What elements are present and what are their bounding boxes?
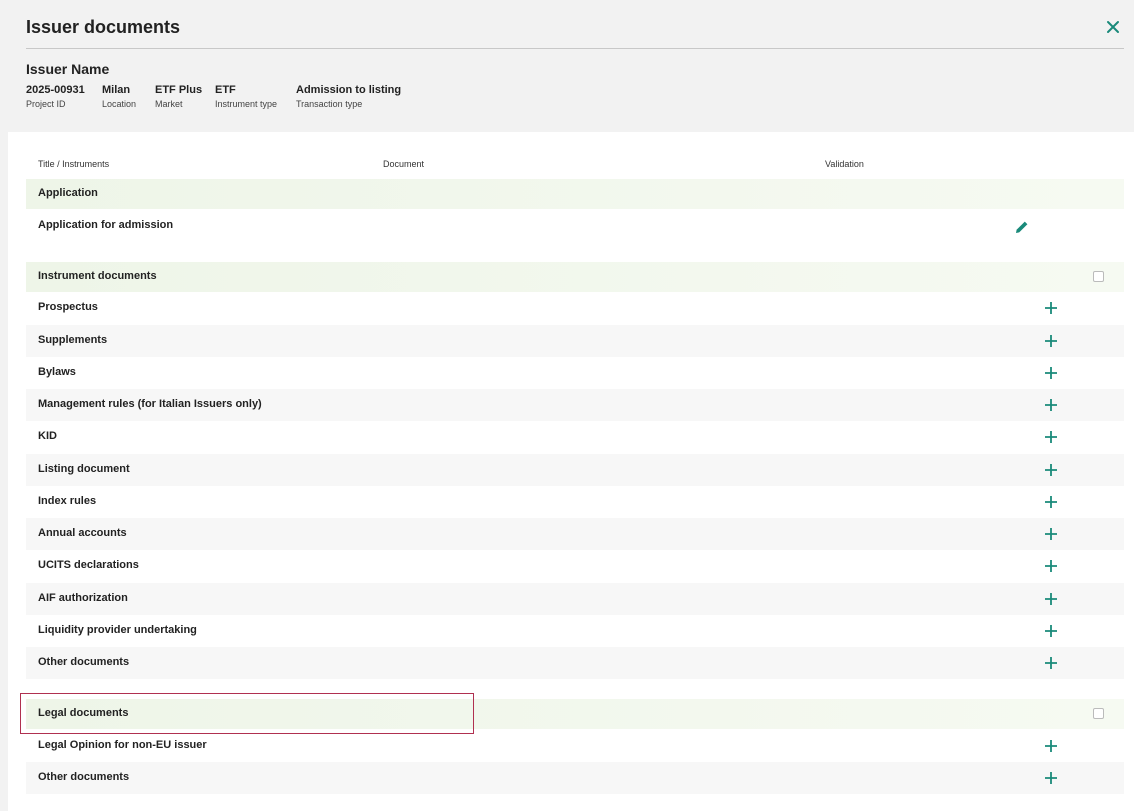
table-row: Annual accounts [26,518,1124,550]
add-icon[interactable] [1044,771,1058,785]
row-label: KID [38,430,57,442]
row-label: Legal Opinion for non-EU issuer [38,739,207,751]
meta-location: Milan Location [102,84,136,109]
meta-key: Project ID [26,99,66,109]
row-label: Other documents [38,771,130,783]
row-label: Listing document [38,463,130,475]
close-icon[interactable] [1104,18,1122,36]
table-row: Bylaws [26,357,1124,389]
table-row: Listing document [26,454,1124,486]
table-row: KID [26,421,1124,453]
meta-value: 2025-00931 [26,84,85,96]
group-row-application: Application [26,179,1124,209]
row-label: AIF authorization [38,592,128,604]
row-label: Index rules [38,495,97,507]
group-checkbox[interactable] [1093,708,1104,719]
edit-icon[interactable] [1014,219,1030,235]
add-icon[interactable] [1044,430,1058,444]
table-row: Legal Opinion for non-EU issuer [26,730,1124,762]
add-icon[interactable] [1044,527,1058,541]
row-label: Other documents [38,656,130,668]
table-row: Application for admission [26,210,1124,242]
group-label: Application [38,187,98,199]
dialog-header: Issuer documents Issuer Name 2025-00931 … [0,0,1134,132]
add-icon[interactable] [1044,495,1058,509]
row-label: Annual accounts [38,527,127,539]
table-row: Other documents [26,647,1124,679]
selection-highlight [20,693,474,734]
table-row: UCITS declarations [26,550,1124,582]
table-row: Management rules (for Italian Issuers on… [26,389,1124,421]
add-icon[interactable] [1044,366,1058,380]
add-icon[interactable] [1044,592,1058,606]
group-row-instrument-documents: Instrument documents [26,262,1124,292]
add-icon[interactable] [1044,398,1058,412]
row-label: Liquidity provider undertaking [38,624,197,636]
issuer-name: Issuer Name [26,61,110,77]
row-label: Prospectus [38,301,98,313]
meta-value: Milan [102,84,131,96]
meta-project-id: 2025-00931 Project ID [26,84,85,109]
meta-key: Transaction type [296,99,363,109]
row-label: Supplements [38,334,108,346]
row-label: Management rules (for Italian Issuers on… [38,398,262,410]
table-row: AIF authorization [26,583,1124,615]
dialog-title: Issuer documents [26,17,181,37]
meta-value: ETF Plus [155,84,203,96]
table-row: Liquidity provider undertaking [26,615,1124,647]
row-label: Application for admission [38,219,174,231]
meta-transaction-type: Admission to listing Transaction type [296,84,401,109]
group-checkbox[interactable] [1093,271,1104,282]
header-divider [26,48,1124,49]
meta-key: Instrument type [215,99,278,109]
meta-value: Admission to listing [296,84,402,96]
add-icon[interactable] [1044,559,1058,573]
column-header-title: Title / Instruments [38,159,110,169]
meta-value: ETF [215,84,236,96]
row-label: Bylaws [38,366,76,378]
add-icon[interactable] [1044,463,1058,477]
meta-key: Market [155,99,183,109]
table-row: Other documents [26,762,1124,794]
column-header-document: Document [383,159,425,169]
row-label: UCITS declarations [38,559,139,571]
group-label: Instrument documents [38,270,157,282]
table-row: Index rules [26,486,1124,518]
table-row: Supplements [26,325,1124,357]
add-icon[interactable] [1044,301,1058,315]
add-icon[interactable] [1044,334,1058,348]
meta-key: Location [102,99,137,109]
table-row: Prospectus [26,292,1124,324]
meta-instrument-type: ETF Instrument type [215,84,277,109]
add-icon[interactable] [1044,656,1058,670]
add-icon[interactable] [1044,739,1058,753]
column-header-validation: Validation [825,159,864,169]
add-icon[interactable] [1044,624,1058,638]
meta-market: ETF Plus Market [155,84,202,109]
